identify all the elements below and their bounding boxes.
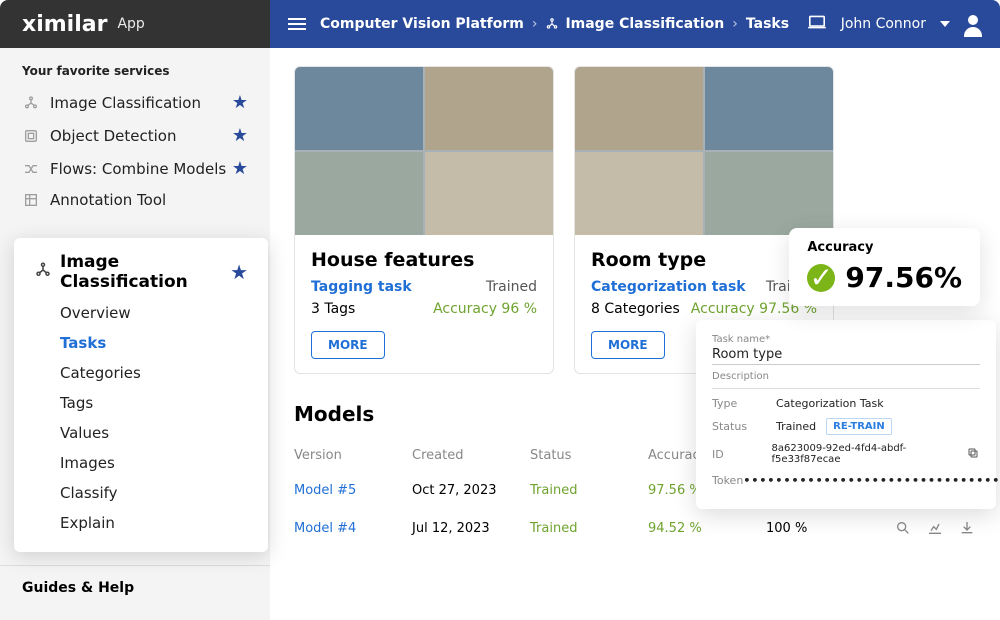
chevron-right-icon: › bbox=[732, 16, 738, 32]
download-icon[interactable] bbox=[958, 519, 976, 537]
sidebar-item-label: Object Detection bbox=[50, 127, 177, 145]
type-value: Categorization Task bbox=[776, 397, 884, 410]
star-icon[interactable]: ★ bbox=[232, 158, 248, 179]
sidebar-item-label: Image Classification bbox=[50, 94, 201, 112]
nav-explain[interactable]: Explain bbox=[34, 508, 248, 538]
model-progress: 100 % bbox=[766, 521, 856, 536]
more-button[interactable]: MORE bbox=[591, 331, 665, 359]
task-type[interactable]: Tagging task bbox=[311, 279, 412, 295]
nav-values[interactable]: Values bbox=[34, 418, 248, 448]
task-card-house[interactable]: House features Tagging task Trained 3 Ta… bbox=[294, 66, 554, 374]
user-name[interactable]: John Connor bbox=[841, 16, 926, 32]
card-title: House features bbox=[311, 249, 537, 271]
star-icon[interactable]: ★ bbox=[230, 260, 248, 284]
sidebar-item-annotation[interactable]: Annotation Tool bbox=[0, 185, 270, 215]
task-count: 3 Tags bbox=[311, 301, 355, 317]
star-icon[interactable]: ★ bbox=[232, 92, 248, 113]
sidebar-item-label: Annotation Tool bbox=[50, 191, 166, 209]
task-accuracy: Accuracy 96 % bbox=[433, 301, 537, 317]
chevron-right-icon: › bbox=[532, 16, 538, 32]
accuracy-label: Accuracy bbox=[807, 240, 962, 255]
id-value: 8a623009-92ed-4fd4-abdf-f5e33f87ecae bbox=[772, 443, 961, 465]
col-status: Status bbox=[530, 448, 648, 463]
type-label: Type bbox=[712, 397, 776, 410]
col-created: Created bbox=[412, 448, 530, 463]
nav-tasks[interactable]: Tasks bbox=[34, 328, 248, 358]
breadcrumb-leaf[interactable]: Tasks bbox=[746, 16, 789, 32]
menu-icon[interactable] bbox=[288, 18, 306, 30]
sidebar-item-flows[interactable]: Flows: Combine Models ★ bbox=[0, 152, 270, 185]
classification-icon bbox=[545, 17, 559, 31]
sidebar-item-classification[interactable]: Image Classification ★ bbox=[0, 86, 270, 119]
breadcrumb-root[interactable]: Computer Vision Platform bbox=[320, 16, 524, 32]
description-label: Description bbox=[712, 371, 980, 389]
sidebar-guides[interactable]: Guides & Help bbox=[0, 565, 270, 610]
classification-icon bbox=[34, 261, 52, 283]
model-created: Oct 27, 2023 bbox=[412, 483, 530, 498]
sidebar-header: Your favorite services bbox=[0, 58, 270, 86]
task-detail-panel: Task name* Room type Description Type Ca… bbox=[696, 320, 996, 509]
model-accuracy: 94.52 % bbox=[648, 521, 766, 536]
check-icon: ✓ bbox=[807, 264, 835, 292]
id-label: ID bbox=[712, 448, 772, 461]
classification-icon bbox=[22, 94, 40, 112]
copy-icon[interactable] bbox=[967, 447, 980, 461]
card-thumbnail bbox=[295, 67, 553, 235]
model-version[interactable]: Model #4 bbox=[294, 521, 412, 536]
annotation-icon bbox=[22, 191, 40, 209]
model-version[interactable]: Model #5 bbox=[294, 483, 412, 498]
star-icon[interactable]: ★ bbox=[232, 125, 248, 146]
model-status: Trained bbox=[530, 483, 648, 498]
laptop-icon[interactable] bbox=[807, 14, 827, 34]
task-type[interactable]: Categorization task bbox=[591, 279, 746, 295]
logo-area: ximilar App bbox=[0, 0, 270, 48]
profile-icon[interactable] bbox=[964, 15, 982, 33]
model-status: Trained bbox=[530, 521, 648, 536]
inspect-icon[interactable] bbox=[894, 519, 912, 537]
retrain-button[interactable]: RE-TRAIN bbox=[826, 418, 892, 435]
nav-bar: Computer Vision Platform › Image Classif… bbox=[270, 0, 1000, 48]
table-row: Model #4 Jul 12, 2023 Trained 94.52 % 10… bbox=[294, 509, 976, 547]
detection-icon bbox=[22, 127, 40, 145]
nav-classify[interactable]: Classify bbox=[34, 478, 248, 508]
nav-overview[interactable]: Overview bbox=[34, 298, 248, 328]
nav-tags[interactable]: Tags bbox=[34, 388, 248, 418]
sidebar-item-label: Flows: Combine Models bbox=[50, 160, 226, 178]
accuracy-value: 97.56% bbox=[845, 261, 962, 294]
flows-icon bbox=[22, 160, 40, 178]
task-name-input[interactable]: Room type bbox=[712, 347, 980, 365]
sidebar-item-detection[interactable]: Object Detection ★ bbox=[0, 119, 270, 152]
task-status: Trained bbox=[486, 279, 537, 295]
breadcrumb-mid[interactable]: Image Classification bbox=[565, 16, 724, 32]
more-button[interactable]: MORE bbox=[311, 331, 385, 359]
model-created: Jul 12, 2023 bbox=[412, 521, 530, 536]
chart-icon[interactable] bbox=[926, 519, 944, 537]
brand-logo: ximilar bbox=[22, 12, 107, 37]
status-value: Trained bbox=[776, 420, 816, 433]
chevron-down-icon[interactable] bbox=[940, 21, 950, 27]
token-value: ••••••••••••••••••••••••••••••••••••••••… bbox=[743, 474, 1000, 487]
top-bar: ximilar App Computer Vision Platform › I… bbox=[0, 0, 1000, 48]
col-version: Version bbox=[294, 448, 412, 463]
card-thumbnail bbox=[575, 67, 833, 235]
float-nav-title: Image Classification bbox=[60, 252, 230, 292]
card-title: Room type bbox=[591, 249, 817, 271]
brand-app: App bbox=[117, 16, 144, 32]
status-label: Status bbox=[712, 420, 776, 433]
nav-images[interactable]: Images bbox=[34, 448, 248, 478]
token-label: Token bbox=[712, 474, 743, 487]
floating-side-nav: Image Classification ★ Overview Tasks Ca… bbox=[14, 238, 268, 552]
nav-categories[interactable]: Categories bbox=[34, 358, 248, 388]
task-name-label: Task name* bbox=[712, 334, 980, 345]
accuracy-popup: Accuracy ✓ 97.56% bbox=[789, 228, 980, 306]
task-count: 8 Categories bbox=[591, 301, 680, 317]
